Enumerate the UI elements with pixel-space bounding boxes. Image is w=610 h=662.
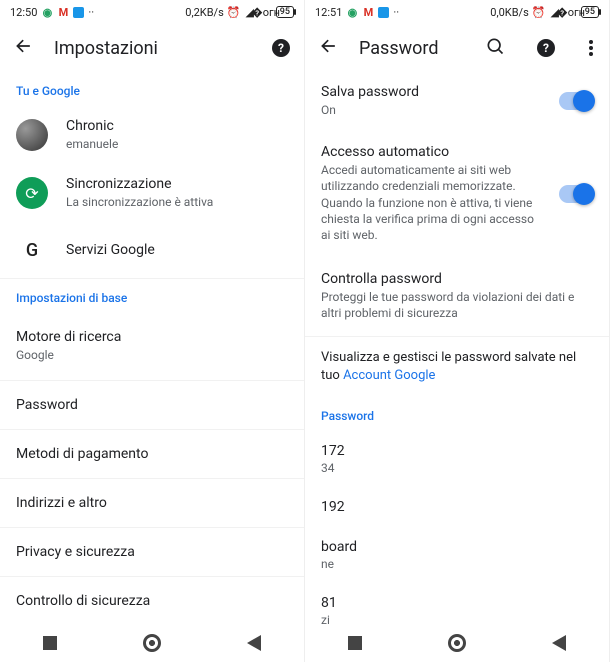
manage-note: Visualizza e gestisci le password salvat… — [305, 337, 609, 397]
nav-bar — [0, 624, 304, 662]
password-entry[interactable]: 192 — [305, 487, 609, 527]
save-passwords-sub: On — [321, 102, 541, 118]
account-google-link[interactable]: Account Google — [343, 368, 435, 383]
google-services-row[interactable]: G Servizi Google — [0, 222, 304, 279]
account-name: Chronic — [66, 118, 288, 134]
password-entry[interactable]: 172 34 — [305, 431, 609, 487]
check-passwords-sub: Proteggi le tue password da violazioni d… — [321, 289, 593, 321]
payment-row[interactable]: Metodi di pagamento — [0, 430, 304, 479]
section-you-google: Tu e Google — [0, 72, 304, 106]
status-time: 12:51 — [315, 6, 342, 19]
more-notifications: ·· — [393, 6, 399, 19]
wifi-icon: �огн — [565, 6, 577, 18]
sync-row[interactable]: ⟳ Sincronizzazione La sincronizzazione è… — [0, 164, 304, 222]
more-notifications: ·· — [88, 6, 94, 19]
sync-title: Sincronizzazione — [66, 176, 288, 192]
nav-back[interactable] — [247, 635, 261, 651]
nav-recents[interactable] — [348, 636, 362, 650]
whatsapp-icon: ◉ — [346, 6, 358, 18]
search-button[interactable] — [485, 36, 505, 60]
save-passwords-toggle[interactable] — [559, 92, 593, 110]
gmail-icon: M — [57, 6, 69, 18]
check-passwords-title: Controlla password — [321, 271, 593, 287]
settings-screen: 12:50 ◉ M ·· 0,2KB/s ⏰ ◢ �огн 95 Imposta… — [0, 0, 305, 662]
app-bar: Password ? — [305, 24, 609, 72]
privacy-row[interactable]: Privacy e sicurezza — [0, 528, 304, 577]
search-engine-row[interactable]: Motore di ricerca Google — [0, 313, 304, 380]
sync-sub: La sincronizzazione è attiva — [66, 194, 288, 210]
nav-home[interactable] — [448, 634, 466, 652]
section-basic: Impostazioni di base — [0, 279, 304, 313]
net-speed: 0,2KB/s — [185, 6, 224, 19]
net-speed: 0,0KB/s — [490, 6, 529, 19]
back-button[interactable] — [319, 36, 339, 60]
alarm-icon: ⏰ — [228, 6, 240, 18]
alarm-icon: ⏰ — [533, 6, 545, 18]
app-icon — [73, 7, 84, 18]
status-bar: 12:51 ◉ M ·· 0,0KB/s ⏰ ◢ �огн 95 — [305, 0, 609, 24]
nav-back[interactable] — [552, 635, 566, 651]
search-engine-title: Motore di ricerca — [16, 329, 288, 345]
password-entry[interactable]: board ne — [305, 527, 609, 583]
battery-indicator: 95 — [276, 6, 294, 18]
app-bar: Impostazioni ? — [0, 24, 304, 72]
nav-home[interactable] — [143, 634, 161, 652]
overflow-menu[interactable] — [587, 38, 595, 58]
nav-bar — [305, 624, 609, 662]
status-bar: 12:50 ◉ M ·· 0,2KB/s ⏰ ◢ �огн 95 — [0, 0, 304, 24]
auto-signin-sub: Accedi automaticamente ai siti web utili… — [321, 162, 541, 243]
status-time: 12:50 — [10, 6, 37, 19]
safety-check-row[interactable]: Controllo di sicurezza — [0, 577, 304, 624]
password-row[interactable]: Password — [0, 381, 304, 430]
battery-indicator: 95 — [581, 6, 599, 18]
google-icon: G — [16, 234, 48, 266]
auto-signin-toggle[interactable] — [559, 185, 593, 203]
search-engine-sub: Google — [16, 347, 288, 363]
whatsapp-icon: ◉ — [41, 6, 53, 18]
google-services-label: Servizi Google — [66, 242, 288, 258]
save-passwords-row[interactable]: Salva password On — [305, 72, 609, 130]
save-passwords-title: Salva password — [321, 84, 541, 100]
auto-signin-row[interactable]: Accesso automatico Accedi automaticament… — [305, 130, 609, 257]
gmail-icon: M — [362, 6, 374, 18]
sync-icon: ⟳ — [16, 177, 48, 209]
page-title: Impostazioni — [54, 38, 252, 59]
account-user: emanuele — [66, 136, 288, 152]
back-button[interactable] — [14, 36, 34, 60]
wifi-icon: �огн — [260, 6, 272, 18]
addresses-row[interactable]: Indirizzi e altro — [0, 479, 304, 528]
check-passwords-row[interactable]: Controlla password Proteggi le tue passw… — [305, 257, 609, 336]
avatar-icon — [16, 119, 48, 151]
section-passwords: Password — [305, 397, 609, 431]
page-title: Password — [359, 38, 465, 59]
account-row[interactable]: Chronic emanuele — [0, 106, 304, 164]
nav-recents[interactable] — [43, 636, 57, 650]
password-screen: 12:51 ◉ M ·· 0,0KB/s ⏰ ◢ �огн 95 Passwor… — [305, 0, 610, 662]
help-button[interactable]: ? — [537, 39, 555, 57]
auto-signin-title: Accesso automatico — [321, 144, 541, 160]
password-entry[interactable]: 81 zi — [305, 583, 609, 624]
app-icon — [378, 7, 389, 18]
help-button[interactable]: ? — [272, 39, 290, 57]
